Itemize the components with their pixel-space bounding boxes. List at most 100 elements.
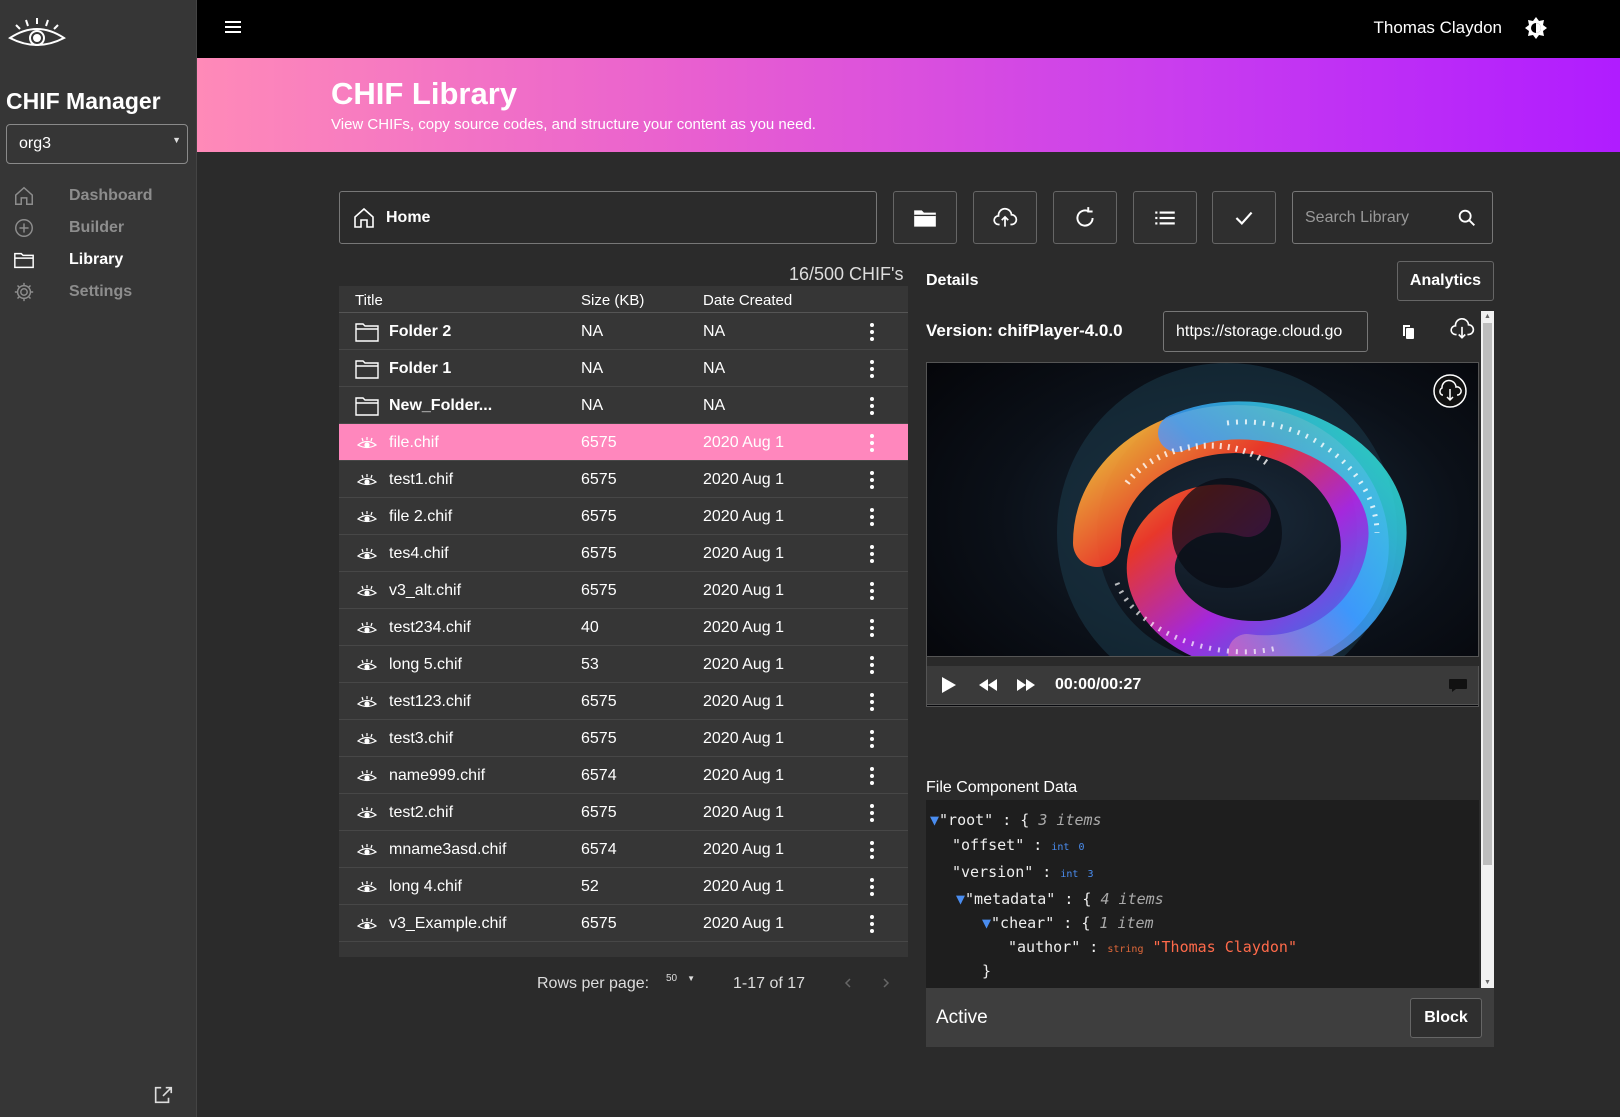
previous-page-icon[interactable] (843, 976, 853, 990)
table-row[interactable]: test123.chif 6575 2020 Aug 1 (339, 683, 908, 720)
table-row[interactable]: long 4.chif 52 2020 Aug 1 (339, 868, 908, 905)
folder-icon (355, 360, 379, 379)
more-vert-icon[interactable] (867, 765, 877, 787)
json-line[interactable]: ▼"root" : { 3 items (930, 811, 1102, 829)
row-title: v3_Example.chif (389, 915, 507, 932)
more-vert-icon[interactable] (867, 543, 877, 565)
collapse-triangle-icon[interactable]: ▼ (956, 890, 965, 908)
row-size: 6575 (581, 582, 617, 599)
sidebar-item-library[interactable]: Library (0, 244, 197, 276)
more-vert-icon[interactable] (867, 580, 877, 602)
next-page-icon[interactable] (881, 976, 891, 990)
row-title: name999.chif (389, 767, 486, 784)
table-row[interactable]: Folder 1 NA NA (339, 350, 908, 387)
brightness-icon[interactable] (1524, 16, 1548, 40)
table-row[interactable]: tes4.chif 6575 2020 Aug 1 (339, 535, 908, 572)
table-row[interactable]: name999.chif 6574 2020 Aug 1 (339, 757, 908, 794)
table-row[interactable]: mname3asd.chif 6574 2020 Aug 1 (339, 831, 908, 868)
chif-eye-icon (356, 511, 378, 523)
analytics-button[interactable]: Analytics (1397, 261, 1494, 301)
table-row[interactable]: file 2.chif 6575 2020 Aug 1 (339, 498, 908, 535)
more-vert-icon[interactable] (867, 691, 877, 713)
scroll-up-icon[interactable]: ▲ (1484, 313, 1491, 320)
rows-per-page-value: 50 (666, 973, 678, 984)
table-row[interactable]: test1.chif 6575 2020 Aug 1 (339, 461, 908, 498)
cloud-download-icon[interactable] (1432, 373, 1468, 409)
block-button[interactable]: Block (1410, 998, 1482, 1038)
more-vert-icon[interactable] (867, 432, 877, 454)
more-vert-icon[interactable] (867, 876, 877, 898)
scroll-down-icon[interactable]: ▼ (1484, 979, 1491, 986)
fast-forward-icon[interactable] (1015, 674, 1037, 696)
cloud-download-icon[interactable] (1449, 315, 1475, 341)
row-size: 53 (581, 656, 599, 673)
row-size: 6575 (581, 693, 617, 710)
search-input[interactable] (1305, 208, 1455, 227)
table-row[interactable]: long 5.chif 53 2020 Aug 1 (339, 646, 908, 683)
list-view-button[interactable] (1133, 191, 1197, 244)
row-size: 6575 (581, 545, 617, 562)
breadcrumb[interactable]: Home (339, 191, 877, 244)
table-row[interactable]: test2.chif 6575 2020 Aug 1 (339, 794, 908, 831)
json-line[interactable]: ▼"metadata" : { 4 items (956, 890, 1164, 908)
more-vert-icon[interactable] (867, 839, 877, 861)
upload-button[interactable] (973, 191, 1037, 244)
more-vert-icon[interactable] (867, 913, 877, 935)
sidebar-item-dashboard[interactable]: Dashboard (0, 180, 197, 212)
search-icon[interactable] (1456, 207, 1478, 229)
play-icon[interactable] (937, 674, 959, 696)
json-line[interactable]: ▼"chear" : { 1 item (982, 914, 1154, 932)
logout-icon[interactable] (152, 1084, 174, 1106)
json-line: "author" : string "Thomas Claydon" (1008, 938, 1297, 956)
more-vert-icon[interactable] (867, 654, 877, 676)
user-name[interactable]: Thomas Claydon (1373, 18, 1502, 38)
table-row[interactable]: test234.chif 40 2020 Aug 1 (339, 609, 908, 646)
search-box[interactable] (1292, 191, 1493, 244)
sidebar-item-label: Library (69, 251, 124, 268)
table-row[interactable]: v3_Example.chif 6575 2020 Aug 1 (339, 905, 908, 942)
more-vert-icon[interactable] (867, 728, 877, 750)
menu-icon[interactable] (223, 18, 243, 36)
sidebar-item-label: Dashboard (69, 187, 153, 204)
collapse-triangle-icon[interactable]: ▼ (982, 914, 991, 932)
chif-eye-icon (356, 844, 378, 856)
sidebar-item-label: Settings (69, 283, 133, 300)
row-size: 6575 (581, 915, 617, 932)
refresh-button[interactable] (1053, 191, 1117, 244)
sidebar-item-builder[interactable]: Builder (0, 212, 197, 244)
more-vert-icon[interactable] (867, 802, 877, 824)
collapse-triangle-icon[interactable]: ▼ (930, 811, 939, 829)
column-header-size[interactable]: Size (KB) (581, 292, 644, 309)
copy-icon[interactable] (1398, 323, 1416, 341)
table-row[interactable]: Folder 2 NA NA (339, 313, 908, 350)
more-vert-icon[interactable] (867, 321, 877, 343)
table-row[interactable]: file.chif 6575 2020 Aug 1 (339, 424, 908, 461)
scrollbar-thumb[interactable] (1483, 323, 1492, 865)
new-folder-button[interactable] (893, 191, 957, 244)
more-vert-icon[interactable] (867, 358, 877, 380)
seek-bar[interactable] (927, 657, 1480, 666)
rewind-icon[interactable] (977, 674, 999, 696)
sidebar-item-settings[interactable]: Settings (0, 276, 197, 308)
source-url-field[interactable]: https://storage.cloud.go (1163, 311, 1368, 352)
column-header-title[interactable]: Title (355, 292, 383, 309)
org-select[interactable]: org3 ▼ (6, 124, 188, 164)
select-button[interactable] (1212, 191, 1276, 244)
more-vert-icon[interactable] (867, 469, 877, 491)
table-row[interactable]: v3_alt.chif 6575 2020 Aug 1 (339, 572, 908, 609)
more-vert-icon[interactable] (867, 617, 877, 639)
column-header-date[interactable]: Date Created (703, 292, 792, 309)
row-title: test123.chif (389, 693, 471, 710)
page-subtitle: View CHIFs, copy source codes, and struc… (331, 116, 816, 133)
top-bar: Thomas Claydon (197, 0, 1620, 58)
rows-per-page-select[interactable]: 50 ▼ (666, 973, 695, 984)
gear-icon (14, 282, 34, 302)
eye-logo-icon[interactable] (6, 16, 68, 56)
table-row[interactable]: New_Folder... NA NA (339, 387, 908, 424)
captions-icon[interactable] (1447, 674, 1469, 696)
details-scrollbar[interactable]: ▲ ▼ (1481, 311, 1494, 988)
more-vert-icon[interactable] (867, 395, 877, 417)
table-row[interactable]: test3.chif 6575 2020 Aug 1 (339, 720, 908, 757)
details-title: Details (926, 272, 979, 289)
more-vert-icon[interactable] (867, 506, 877, 528)
